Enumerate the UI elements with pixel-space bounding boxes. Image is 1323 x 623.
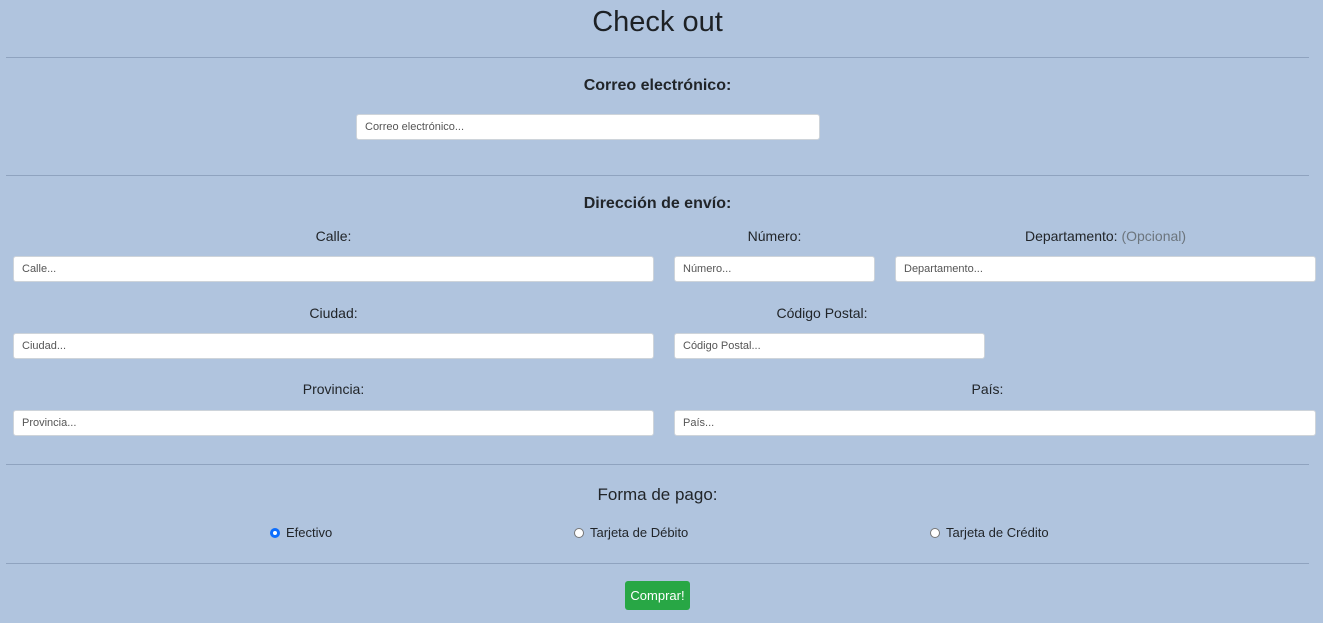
city-input[interactable]: [13, 333, 654, 359]
postal-input[interactable]: [674, 333, 985, 359]
payment-option-credit[interactable]: Tarjeta de Crédito: [930, 525, 1049, 540]
number-input[interactable]: [674, 256, 875, 282]
province-input[interactable]: [13, 410, 654, 436]
street-label: Calle:: [315, 228, 352, 244]
number-label: Número:: [747, 228, 802, 244]
buy-button[interactable]: Comprar!: [625, 581, 690, 610]
payment-option-label: Efectivo: [286, 525, 333, 540]
apartment-label: Departamento: (Opcional): [895, 228, 1316, 244]
divider: [6, 464, 1309, 465]
payment-heading: Forma de pago:: [597, 485, 718, 504]
radio-checked-icon[interactable]: [270, 527, 280, 538]
payment-option-cash[interactable]: Efectivo: [270, 525, 332, 540]
payment-option-debit[interactable]: Tarjeta de Débito: [574, 525, 688, 540]
payment-option-label: Tarjeta de Débito: [590, 525, 689, 540]
postal-label: Código Postal:: [776, 305, 868, 321]
country-input[interactable]: [674, 410, 1316, 436]
optional-tag: (Opcional): [1121, 228, 1187, 244]
shipping-heading: Dirección de envío:: [583, 195, 732, 212]
city-label: Ciudad:: [309, 305, 358, 321]
apartment-input[interactable]: [895, 256, 1316, 282]
email-input[interactable]: [356, 114, 820, 140]
radio-unchecked-icon[interactable]: [574, 527, 584, 538]
divider: [6, 563, 1309, 564]
payment-option-label: Tarjeta de Crédito: [946, 525, 1049, 540]
divider: [6, 175, 1309, 176]
province-label: Provincia:: [302, 381, 365, 397]
apartment-label-text: Departamento:: [1024, 228, 1118, 244]
radio-unchecked-icon[interactable]: [930, 527, 940, 538]
email-heading: Correo electrónico:: [583, 77, 732, 94]
divider: [6, 57, 1309, 58]
page-title: Check out: [592, 6, 723, 38]
country-label: País:: [971, 381, 1004, 397]
street-input[interactable]: [13, 256, 654, 282]
